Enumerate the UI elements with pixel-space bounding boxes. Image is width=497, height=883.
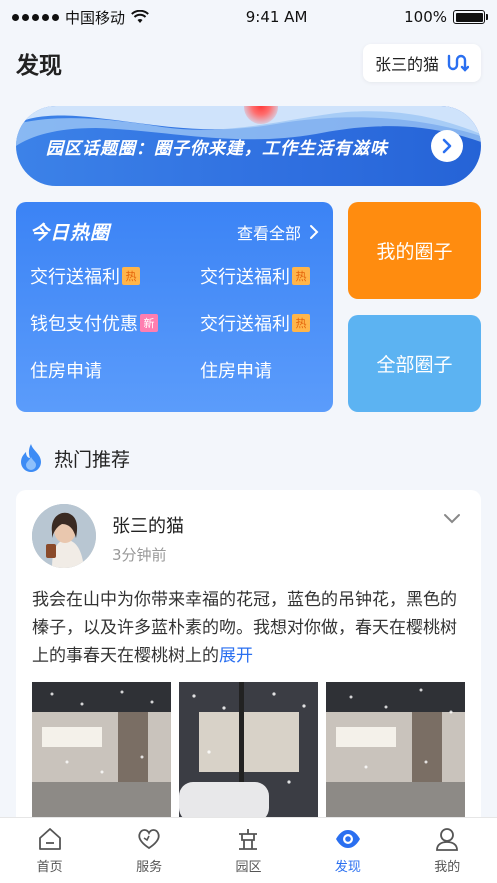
tab-bar: 首页 服务 园区 发现 我的 (0, 817, 497, 883)
hot-circle-label: 住房申请 (200, 361, 272, 382)
status-bar: 中国移动 9:41 AM 100% (0, 0, 497, 34)
hot-circle-label: 交行送福利 (30, 267, 120, 288)
post-card[interactable]: 张三的猫 3分钟前 我会在山中为你带来幸福的花冠，蓝色的吊钟花，黑色的榛子，以及… (16, 490, 481, 830)
tab-park[interactable]: 园区 (213, 826, 283, 883)
tab-label: 园区 (235, 860, 262, 875)
view-all-link[interactable]: 查看全部 (237, 220, 319, 244)
post-time: 3分钟前 (112, 546, 167, 564)
hot-circle-item[interactable]: 住房申请 (200, 357, 319, 383)
hot-tag: 热 (292, 314, 310, 332)
tab-label: 发现 (334, 860, 361, 875)
photo-image (179, 682, 318, 822)
user-switch-button[interactable]: 张三的猫 (362, 44, 481, 82)
clock-label: 9:41 AM (245, 8, 308, 26)
section-header: 热门推荐 (18, 443, 130, 473)
topic-banner[interactable]: 园区话题圈：圈子你来建，工作生活有滋味 (16, 106, 481, 186)
carrier-label: 中国移动 (65, 8, 126, 27)
hot-circles-card: 今日热圈 查看全部 交行送福利热 交行送福利热 钱包支付优惠新 交行送福利热 住… (16, 202, 333, 412)
wifi-icon (131, 10, 149, 23)
banner-arrow-button[interactable] (431, 130, 463, 162)
user-icon (436, 828, 459, 851)
my-circles-button[interactable]: 我的圈子 (348, 202, 481, 299)
hot-circles-title: 今日热圈 (30, 222, 111, 244)
hot-circle-item[interactable]: 交行送福利热 (30, 263, 200, 289)
hot-circle-label: 住房申请 (30, 361, 102, 382)
header: 发现 张三的猫 (16, 42, 481, 84)
chevron-down-icon[interactable] (443, 512, 461, 524)
hot-circle-item[interactable]: 交行送福利热 (200, 263, 319, 289)
post-photo[interactable] (179, 682, 318, 822)
status-right: 100% (404, 8, 488, 26)
hot-circle-label: 钱包支付优惠 (30, 314, 138, 335)
hot-circle-item[interactable]: 住房申请 (30, 357, 200, 383)
post-text: 我会在山中为你带来幸福的花冠，蓝色的吊钟花，黑色的榛子，以及许多蓝朴素的吻。我想… (32, 586, 467, 670)
post-photos (32, 682, 465, 822)
photo-image (32, 682, 171, 822)
chevron-right-icon (442, 138, 452, 154)
tab-label: 首页 (36, 860, 63, 875)
status-left: 中国移动 (12, 7, 149, 28)
hot-circles-header: 今日热圈 查看全部 (30, 218, 319, 245)
all-circles-button[interactable]: 全部圈子 (348, 315, 481, 412)
switch-icon (447, 54, 469, 72)
user-chip-label: 张三的猫 (374, 55, 439, 74)
eye-icon (335, 830, 360, 848)
avatar[interactable] (32, 504, 96, 568)
post-photo[interactable] (32, 682, 171, 822)
home-icon (38, 828, 61, 850)
tab-label: 服务 (136, 860, 163, 875)
tab-discover[interactable]: 发现 (313, 826, 383, 883)
signal-icon (12, 13, 59, 21)
banner-text: 园区话题圈：圈子你来建，工作生活有滋味 (46, 139, 388, 159)
hot-circle-label: 交行送福利 (200, 267, 290, 288)
page-title: 发现 (16, 53, 62, 79)
expand-link[interactable]: 展开 (219, 646, 253, 666)
new-tag: 新 (140, 314, 158, 332)
avatar-image (32, 504, 96, 568)
hot-circle-item[interactable]: 交行送福利热 (200, 310, 319, 336)
view-all-label: 查看全部 (236, 223, 301, 243)
tab-service[interactable]: 服务 (114, 826, 184, 883)
hot-tag: 热 (292, 267, 310, 285)
heart-icon (138, 829, 160, 850)
section-title: 热门推荐 (54, 448, 131, 471)
battery-label: 100% (404, 8, 447, 26)
hot-circle-item[interactable]: 钱包支付优惠新 (30, 310, 200, 336)
post-author[interactable]: 张三的猫 (112, 512, 184, 538)
tab-label: 我的 (434, 860, 461, 875)
hot-circle-label: 交行送福利 (200, 314, 290, 335)
battery-icon (453, 10, 488, 24)
flame-icon (21, 444, 41, 472)
hot-tag: 热 (122, 267, 140, 285)
park-icon (239, 829, 258, 850)
post-photo[interactable] (326, 682, 465, 822)
tab-mine[interactable]: 我的 (412, 826, 482, 883)
tab-home[interactable]: 首页 (15, 826, 85, 883)
photo-image (326, 682, 465, 822)
chevron-right-icon (310, 224, 319, 239)
hot-circles-grid: 交行送福利热 交行送福利热 钱包支付优惠新 交行送福利热 住房申请 住房申请 (30, 263, 319, 383)
